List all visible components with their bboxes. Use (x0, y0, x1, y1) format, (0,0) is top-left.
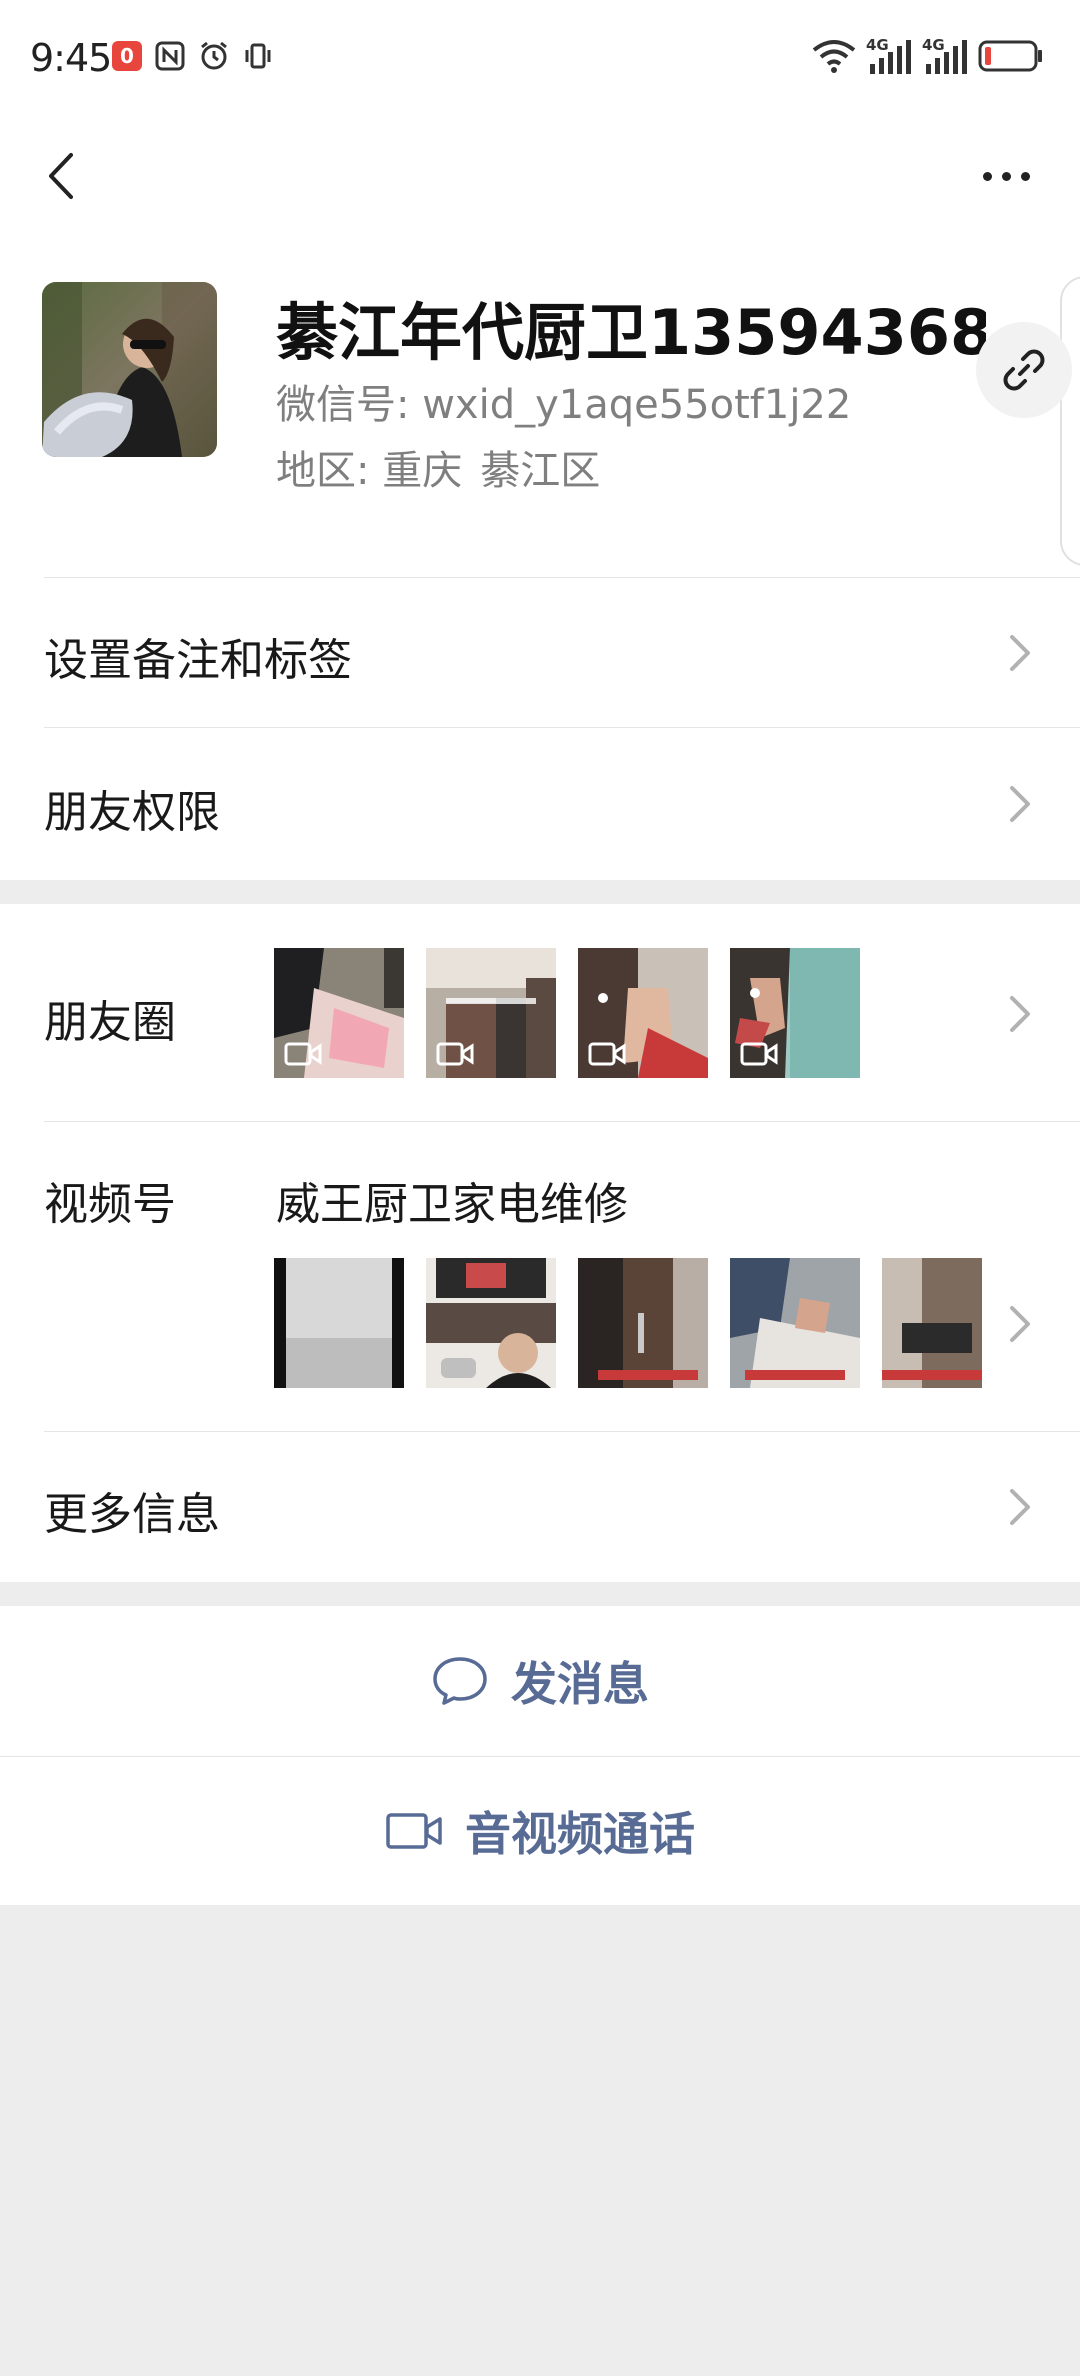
moments-thumbnail (426, 948, 556, 1078)
side-panel-edge (1060, 276, 1080, 566)
send-message-button[interactable]: 发消息 (0, 1606, 1080, 1756)
channel-thumbnail (578, 1258, 708, 1388)
chevron-left-icon (49, 153, 73, 199)
chevron-right-icon (1010, 1306, 1030, 1342)
video-camera-icon (436, 1042, 474, 1066)
avatar[interactable] (42, 282, 217, 457)
remarks-tags-label: 设置备注和标签 (44, 635, 352, 686)
send-message-label: 发消息 (511, 1657, 649, 1711)
friend-permissions-row[interactable]: 朋友权限 (0, 728, 1080, 880)
channels-row[interactable]: 视频号 威王厨卫家电维修 (0, 1122, 1080, 1432)
more-info-row[interactable]: 更多信息 (0, 1432, 1080, 1582)
chevron-right-icon (1010, 996, 1030, 1032)
moments-thumbnail (578, 948, 708, 1078)
signal-4g-icon: 4G (866, 36, 912, 76)
channel-name: 威王厨卫家电维修 (276, 1179, 628, 1230)
moments-thumbnail (730, 948, 860, 1078)
status-time: 9:45 (30, 36, 112, 80)
status-bar: 9:45 0 4G 4G (0, 0, 1080, 118)
wechat-id-label: 微信号: (276, 382, 423, 428)
channel-thumbnail (882, 1258, 982, 1388)
channels-label: 视频号 (44, 1179, 176, 1230)
profile-card: 綦江年代厨卫13594368838 微信号: wxid_y1aqe55otf1j… (0, 230, 1080, 578)
chevron-right-icon (1010, 1489, 1030, 1525)
link-button[interactable] (976, 322, 1072, 418)
video-camera-icon (284, 1042, 322, 1066)
chat-bubble-icon (433, 1657, 487, 1705)
region-district: 綦江区 (480, 448, 601, 494)
friend-permissions-label: 朋友权限 (44, 787, 220, 838)
video-camera-icon (386, 1813, 442, 1849)
navigation-bar (0, 118, 1080, 230)
more-info-label: 更多信息 (44, 1489, 220, 1540)
av-call-label: 音视频通话 (465, 1807, 695, 1861)
moments-label: 朋友圈 (44, 997, 176, 1048)
wechat-id-value: wxid_y1aqe55otf1j22 (422, 382, 852, 428)
channel-thumbnail (730, 1258, 860, 1388)
region-city: 重庆 (382, 448, 463, 494)
vibrate-icon (245, 43, 271, 69)
more-options-button[interactable] (966, 146, 1046, 206)
notification-badge: 0 (112, 41, 142, 71)
video-camera-icon (588, 1042, 626, 1066)
more-dots-icon (1001, 171, 1011, 181)
video-camera-icon (740, 1042, 778, 1066)
region-line: 地区: 重庆 綦江区 (276, 438, 600, 496)
moments-row[interactable]: 朋友圈 (0, 904, 1080, 1122)
channel-thumbnail (274, 1258, 404, 1388)
chevron-right-icon (1010, 786, 1030, 822)
alarm-icon (201, 41, 227, 70)
wifi-icon (812, 40, 856, 73)
chevron-right-icon (1010, 635, 1030, 671)
more-dots-icon (1020, 171, 1030, 181)
status-icons-right: 4G 4G (812, 36, 1044, 76)
region-label: 地区: (276, 448, 383, 494)
av-call-button[interactable]: 音视频通话 (0, 1757, 1080, 1905)
more-dots-icon (982, 171, 992, 181)
back-button[interactable] (30, 146, 90, 206)
nfc-icon (155, 41, 185, 71)
signal-4g-icon: 4G (922, 36, 968, 76)
channel-thumbnail (426, 1258, 556, 1388)
moments-thumbnail (274, 948, 404, 1078)
link-icon (1003, 349, 1045, 391)
profile-name: 綦江年代厨卫13594368838 (276, 296, 986, 369)
remarks-tags-row[interactable]: 设置备注和标签 (0, 578, 1080, 728)
status-icons-left: 0 (112, 40, 274, 72)
battery-low-icon (978, 40, 1042, 72)
wechat-id-line: 微信号: wxid_y1aqe55otf1j22 (276, 372, 851, 430)
